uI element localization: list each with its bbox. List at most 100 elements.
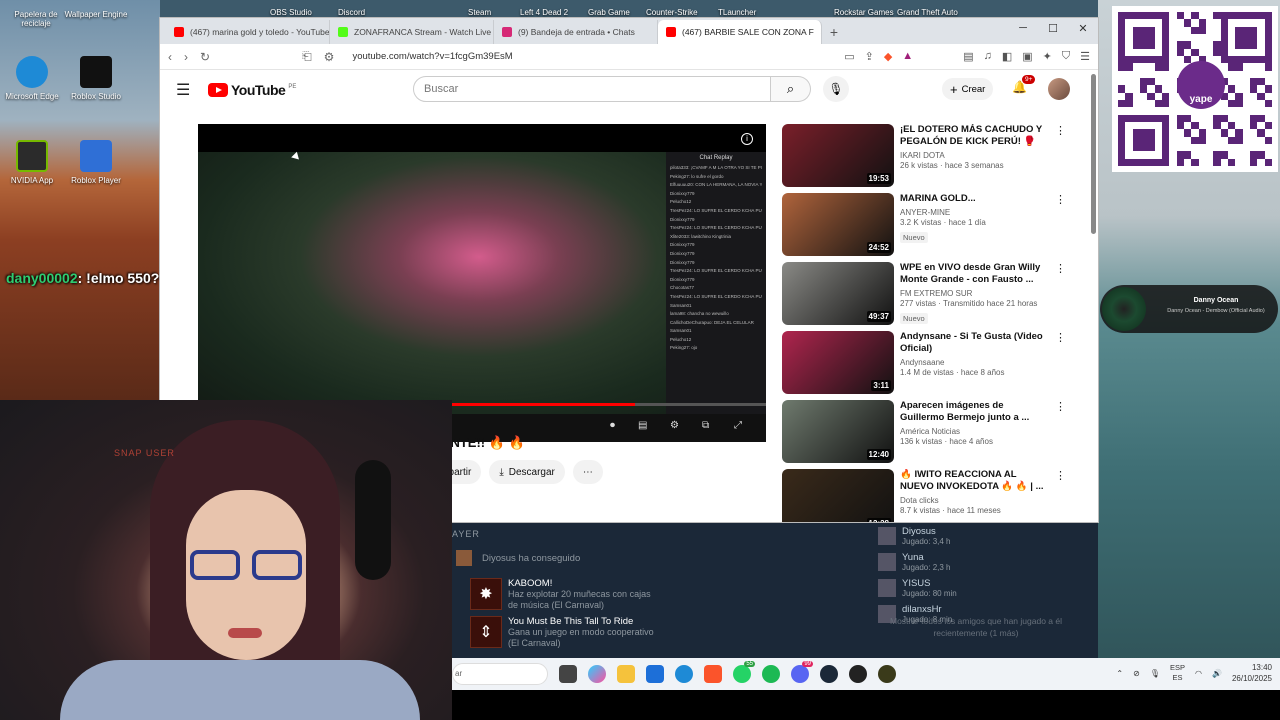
recommendation-title[interactable]: MARINA GOLD... <box>900 193 1045 205</box>
microsoft-store-icon[interactable] <box>646 665 664 683</box>
desktop-icon-label[interactable]: Grab Game <box>588 8 630 17</box>
desktop-icon-label[interactable]: Grand Theft Auto <box>897 8 958 17</box>
whatsapp-icon[interactable]: 55 <box>733 661 755 683</box>
music-icon[interactable]: ♫ <box>984 50 992 63</box>
desktop-icon-wallpaper-engine[interactable]: Wallpaper Engine <box>60 0 132 19</box>
desktop-icon-label[interactable]: Left 4 Dead 2 <box>520 8 568 17</box>
back-icon[interactable]: ‹ <box>168 50 172 64</box>
video-thumbnail[interactable]: 49:37 <box>782 262 894 325</box>
recommendation-item[interactable]: 24:52 MARINA GOLD... ANYER-MINE 3.2 K vista… <box>782 193 1082 262</box>
recommendation-channel[interactable]: IKARI DOTA <box>900 151 1045 160</box>
edge-icon[interactable] <box>675 665 693 683</box>
recommendation-channel[interactable]: ANYER-MINE <box>900 208 1045 217</box>
desktop-icon-roblox-studio[interactable]: Roblox Studio <box>60 56 132 101</box>
more-vertical-icon[interactable]: ⋮ <box>1055 262 1066 331</box>
recommendation-channel[interactable]: FM EXTREMO SUR <box>900 289 1045 298</box>
info-icon[interactable]: i <box>741 133 753 145</box>
menu-icon[interactable]: ☰ <box>1080 50 1090 63</box>
taskbar-search[interactable]: ar <box>452 663 548 685</box>
search-button[interactable]: ⌕ <box>771 76 811 102</box>
more-vertical-icon[interactable]: ⋮ <box>1055 331 1066 400</box>
desktop-icon-label[interactable]: Steam <box>468 8 491 17</box>
desktop-icon-nvidia[interactable]: NVIDIA App <box>0 140 68 185</box>
discord-icon[interactable]: 99 <box>791 661 813 683</box>
sidebar-icon[interactable]: ▤ <box>963 50 973 63</box>
download-button[interactable]: ⤓ Descargar <box>489 460 565 484</box>
desktop-icon-label[interactable]: TLauncher <box>718 8 756 17</box>
forward-icon[interactable]: › <box>184 50 188 64</box>
browser-tab[interactable]: (467) marina gold y toledo - YouTube <box>166 20 330 44</box>
more-vertical-icon[interactable]: ⋮ <box>1055 193 1066 262</box>
leo-ai-icon[interactable]: ✦ <box>1043 50 1052 63</box>
steam-user-avatar[interactable] <box>456 550 472 566</box>
desktop-icon-edge[interactable]: Microsoft Edge <box>0 56 68 101</box>
recommendation-title[interactable]: ¡EL DOTERO MÁS CACHUDO Y PEGALÓN DE KICK… <box>900 124 1045 148</box>
more-vertical-icon[interactable]: ⋮ <box>1055 124 1066 193</box>
split-view-icon[interactable]: ◧ <box>1002 50 1012 63</box>
steam-username[interactable]: Diyosus <box>482 553 516 564</box>
desktop-icon-label[interactable]: Discord <box>338 8 365 17</box>
vpn-icon[interactable]: ⛉ <box>1062 50 1070 63</box>
browser-tab[interactable]: ZONAFRANCA Stream - Watch Live o <box>330 20 494 44</box>
subtitles-icon[interactable]: ▤ <box>638 420 647 431</box>
microphone-icon[interactable]: 🎙 <box>1150 669 1160 678</box>
more-actions-button[interactable]: ⋯ <box>572 460 603 484</box>
search-input[interactable]: Buscar <box>413 76 771 102</box>
spotify-icon[interactable] <box>762 665 780 683</box>
network-off-icon[interactable]: ⊘ <box>1133 669 1140 678</box>
recommendation-channel[interactable]: Andynsaane <box>900 358 1045 367</box>
desktop-icon-label[interactable]: Counter-Strike <box>646 8 698 17</box>
video-frame[interactable] <box>198 152 666 414</box>
video-thumbnail[interactable]: 19:53 <box>782 124 894 187</box>
maximize-button[interactable]: ☐ <box>1038 22 1068 35</box>
youtube-logo[interactable]: YouTube PE <box>208 82 296 98</box>
friend-item[interactable]: YISUS Jugado: 80 min <box>878 575 1074 601</box>
video-thumbnail[interactable]: 24:52 <box>782 193 894 256</box>
brave-icon[interactable] <box>704 665 722 683</box>
video-thumbnail[interactable]: 12:28 <box>782 469 894 522</box>
achievement-item[interactable]: ✸ KABOOM! Haz explotar 20 muñecas con caj… <box>470 578 658 611</box>
recommendation-title[interactable]: WPE en VIVO desde Gran Willy Monte Grand… <box>900 262 1045 286</box>
page-scrollbar[interactable] <box>1091 74 1096 234</box>
recommendation-item[interactable]: 19:53 ¡EL DOTERO MÁS CACHUDO Y PEGALÓN DE… <box>782 124 1082 193</box>
more-vertical-icon[interactable]: ⋮ <box>1055 400 1066 469</box>
cast-icon[interactable]: ▭ <box>844 50 854 63</box>
recommendation-title[interactable]: 🔥 IWITO REACCIONA AL NUEVO INVOKEDOTA 🔥 … <box>900 469 1045 493</box>
bookmark-icon[interactable]: ⎗ <box>302 49 312 64</box>
hamburger-menu-icon[interactable]: ☰ <box>176 80 198 100</box>
friend-item[interactable]: Yuna Jugado: 2,3 h <box>878 549 1074 575</box>
obs-icon[interactable] <box>849 665 867 683</box>
address-bar[interactable]: youtube.com/watch?v=1fcgGm39EsM <box>352 51 512 62</box>
recommendation-channel[interactable]: Dota clicks <box>900 496 1045 505</box>
extensions-icon[interactable]: ▣ <box>1022 50 1032 63</box>
desktop-icon-label[interactable]: Rockstar Games <box>834 8 894 17</box>
voice-search-button[interactable]: 🎙 <box>823 76 849 102</box>
clock[interactable]: 13:40 26/10/2025 <box>1232 662 1272 684</box>
video-thumbnail[interactable]: 3:11 <box>782 331 894 394</box>
recommendation-channel[interactable]: América Noticias <box>900 427 1045 436</box>
share-icon[interactable]: ⇪ <box>865 50 874 63</box>
desktop-icon-roblox-player[interactable]: Roblox Player <box>60 140 132 185</box>
site-info-icon[interactable]: ⚙ <box>324 50 335 64</box>
brave-shield-icon[interactable]: ◆ <box>884 50 892 63</box>
reload-icon[interactable]: ↻ <box>200 50 210 64</box>
achievement-item[interactable]: ⇕ You Must Be This Tall To Ride Gana un j… <box>470 616 658 649</box>
recommendation-item[interactable]: 3:11 Andynsane - Si Te Gusta (Video Ofici… <box>782 331 1082 400</box>
task-view-icon[interactable] <box>559 665 577 683</box>
steam-icon[interactable] <box>820 665 838 683</box>
language-indicator[interactable]: ESP ES <box>1170 663 1185 683</box>
recommendation-title[interactable]: Andynsane - Si Te Gusta (Video Oficial) <box>900 331 1045 355</box>
recommendation-item[interactable]: 49:37 WPE en VIVO desde Gran Willy Monte … <box>782 262 1082 331</box>
browser-tab-active[interactable]: (467) BARBIE SALE CON ZONA F✕ <box>658 20 822 44</box>
wifi-icon[interactable]: ◠ <box>1195 669 1202 678</box>
now-playing-widget[interactable]: Danny Ocean Danny Ocean - Dembow (Offici… <box>1100 285 1278 333</box>
more-vertical-icon[interactable]: ⋮ <box>1055 469 1066 522</box>
brave-rewards-icon[interactable]: ▲ <box>902 50 913 63</box>
miniplayer-icon[interactable]: ⧉ <box>702 420 709 431</box>
video-player[interactable]: i Chat Replay pilota333: ¡CVAMF A M LA O… <box>198 124 766 442</box>
fullscreen-icon[interactable]: ⤢ <box>734 420 742 431</box>
recommendation-item[interactable]: 12:40 Aparecen imágenes de Guillermo Berm… <box>782 400 1082 469</box>
recommendation-item[interactable]: 12:28🔥 IWITO REACCIONA AL NUEVO INVOKEDO… <box>782 469 1082 522</box>
new-tab-button[interactable]: + <box>822 20 846 44</box>
autoplay-toggle-icon[interactable]: ⏺ <box>610 420 615 431</box>
